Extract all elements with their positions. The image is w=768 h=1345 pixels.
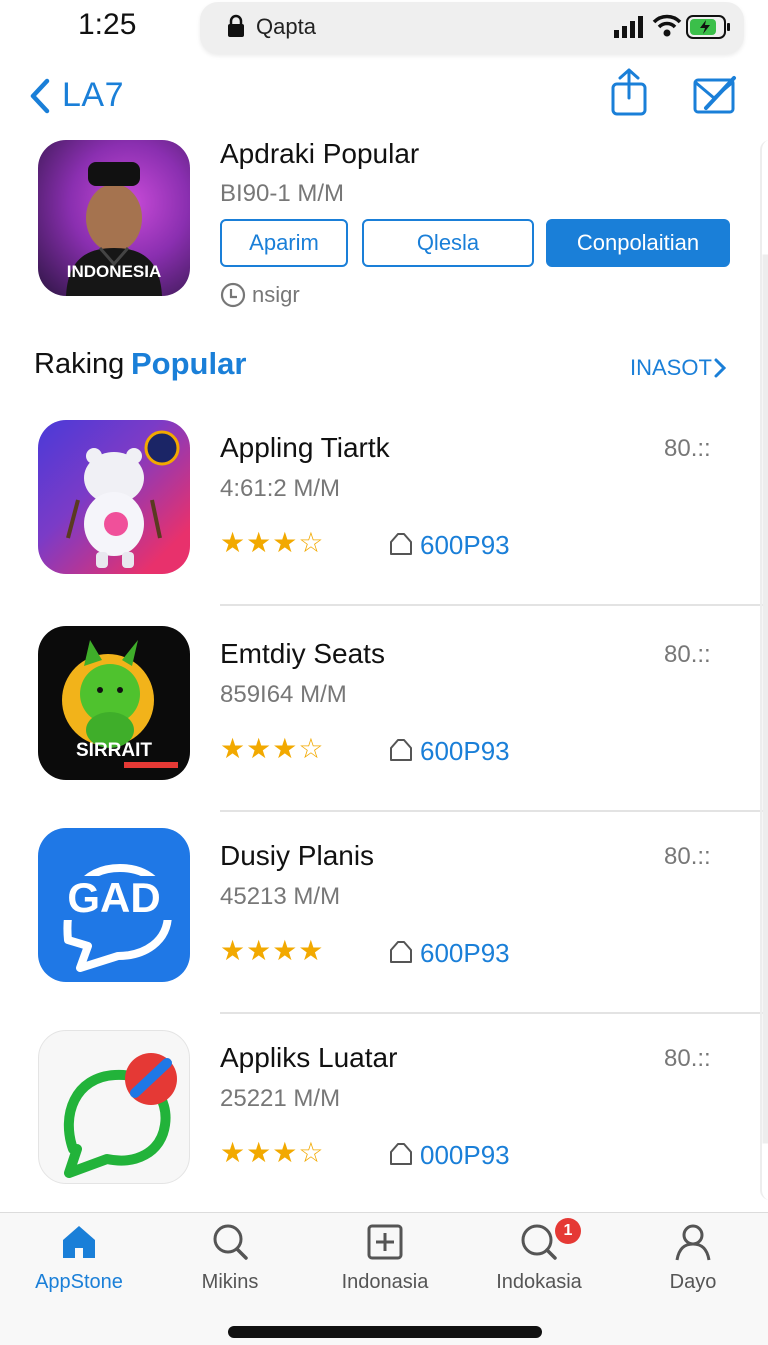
scroll-edge <box>760 140 768 1200</box>
home-indicator <box>228 1326 542 1338</box>
home-icon <box>4 1222 154 1267</box>
app-icon-chat-bubble[interactable]: GAD <box>38 828 190 982</box>
download-icon <box>388 1140 414 1171</box>
list-item[interactable]: GAD Dusiy Planis 45213 M/M ★★★★ 600P93 8… <box>0 828 768 1030</box>
app-name[interactable]: Appling Tiartk <box>220 432 390 464</box>
chip-aparim[interactable]: Aparim <box>220 219 348 267</box>
row-divider <box>220 1012 768 1014</box>
download-icon <box>388 938 414 969</box>
row-divider <box>220 604 768 606</box>
app-size: 45213 M/M <box>220 883 341 910</box>
tab-indonasia[interactable]: Indonasia <box>310 1222 460 1294</box>
tab-dayo[interactable]: Dayo <box>618 1222 768 1294</box>
download-icon <box>388 736 414 767</box>
person-icon <box>618 1222 768 1267</box>
back-chevron-icon[interactable] <box>28 78 52 119</box>
featured-subtitle: BI90-1 M/M <box>220 180 345 207</box>
section-see-all-link[interactable]: INASOT <box>630 355 712 381</box>
app-icon-green-cat[interactable]: SIRRAIT <box>38 626 190 780</box>
search-badge-icon <box>464 1222 614 1267</box>
download-count: 000P93 <box>420 1140 510 1170</box>
section-title-prefix: Raking <box>34 348 125 380</box>
featured-icon-tag: INDONESIA <box>66 262 162 281</box>
app-icon-phone-bubble[interactable] <box>38 1030 190 1184</box>
featured-title[interactable]: Apdraki Popular <box>220 138 419 170</box>
url-text[interactable]: Qapta <box>256 14 316 40</box>
row-divider <box>220 810 768 812</box>
star-rating: ★★★★ <box>220 935 325 966</box>
signal-icon <box>614 16 644 43</box>
chevron-right-icon[interactable] <box>712 357 728 384</box>
list-item[interactable]: Appliks Luatar 25221 M/M ★★★☆ 000P93 80.… <box>0 1030 768 1232</box>
plus-square-icon <box>310 1222 460 1267</box>
app-score: 80.:: <box>664 843 711 870</box>
battery-icon <box>686 14 732 45</box>
search-icon <box>155 1222 305 1267</box>
list-item[interactable]: SIRRAIT Emtdiy Seats 859I64 M/M ★★★☆ 600… <box>0 626 768 828</box>
star-rating: ★★★☆ <box>220 1137 325 1168</box>
app-score: 80.:: <box>664 435 711 462</box>
featured-app-icon[interactable]: INDONESIA <box>38 140 190 296</box>
tab-indokasia[interactable]: Indokasia <box>464 1222 614 1294</box>
download-count: 600P93 <box>420 938 510 968</box>
clock-icon <box>220 282 246 313</box>
icon-text: GAD <box>67 874 160 921</box>
star-rating: ★★★☆ <box>220 527 325 558</box>
tab-label: AppStone <box>35 1271 123 1293</box>
star-rating: ★★★☆ <box>220 733 325 764</box>
tab-label: Indonasia <box>341 1271 429 1293</box>
app-name[interactable]: Appliks Luatar <box>220 1042 397 1074</box>
download-icon <box>388 530 414 561</box>
icon-text: SIRRAIT <box>76 740 152 761</box>
share-icon[interactable] <box>608 68 650 121</box>
app-size: 25221 M/M <box>220 1085 341 1112</box>
download-count: 600P93 <box>420 530 510 560</box>
tab-label: Indokasia <box>496 1271 582 1293</box>
tab-label: Dayo <box>669 1271 717 1293</box>
chip-conpolaitian[interactable]: Conpolaitian <box>546 219 730 267</box>
featured-meta: nsigr <box>252 282 300 307</box>
compose-icon[interactable] <box>692 74 738 119</box>
app-icon-mascot[interactable] <box>38 420 190 574</box>
app-name[interactable]: Emtdiy Seats <box>220 638 385 670</box>
list-item[interactable]: Appling Tiartk 4:61:2 M/M ★★★☆ 600P93 80… <box>0 420 768 622</box>
app-score: 80.:: <box>664 1045 711 1072</box>
tab-appstone[interactable]: AppStone <box>4 1222 154 1294</box>
back-label[interactable]: LA7 <box>62 76 124 115</box>
lock-icon <box>226 14 246 43</box>
status-time: 1:25 <box>78 8 137 41</box>
section-title-highlight: Popular <box>131 346 247 381</box>
notification-badge: 1 <box>555 1218 581 1244</box>
app-size: 859I64 M/M <box>220 681 347 708</box>
app-name[interactable]: Dusiy Planis <box>220 840 374 872</box>
app-size: 4:61:2 M/M <box>220 475 341 502</box>
app-score: 80.:: <box>664 641 711 668</box>
download-count: 600P93 <box>420 736 510 766</box>
tab-label: Mikins <box>201 1271 259 1293</box>
wifi-icon <box>652 13 682 42</box>
chip-qlesla[interactable]: Qlesla <box>362 219 534 267</box>
tab-mikins[interactable]: Mikins <box>155 1222 305 1294</box>
